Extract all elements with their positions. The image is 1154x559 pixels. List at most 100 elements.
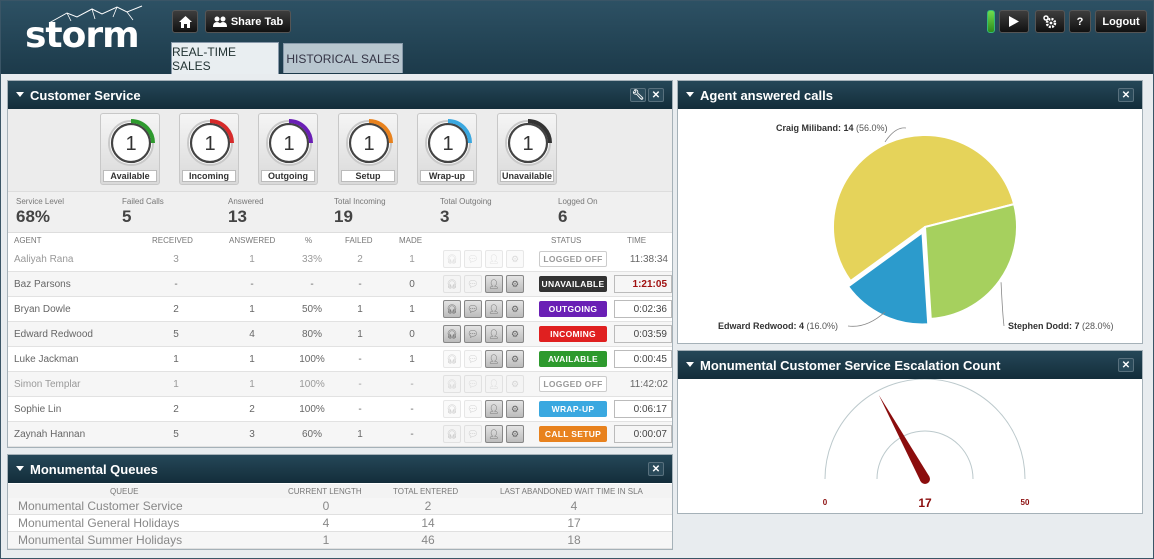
collapse-icon[interactable] (16, 92, 24, 97)
close-button[interactable]: ✕ (648, 462, 664, 476)
cell-name: Edward Redwood (14, 329, 93, 340)
tab-real-time-sales[interactable]: REAL-TIME SALES (171, 42, 279, 74)
share-tab-label: Share Tab (230, 15, 284, 28)
cell-entered: 2 (424, 499, 432, 513)
chat-icon[interactable]: 💬︎ (464, 425, 482, 443)
chat-icon[interactable]: 💬︎ (464, 375, 482, 393)
wrench-button[interactable]: 🔧︎ (630, 88, 646, 102)
chat-icon[interactable]: 💬︎ (464, 350, 482, 368)
state-dial: 1 (346, 119, 393, 166)
cell-pct: 100% (299, 354, 325, 365)
headset-icon[interactable]: 🎧︎ (443, 375, 461, 393)
pie-leader-line (1000, 282, 1005, 327)
cell-failed: - (358, 279, 362, 290)
headset-icon[interactable]: 🎧︎ (443, 350, 461, 368)
close-button[interactable]: ✕ (648, 88, 664, 102)
user-icon[interactable]: 👤︎ (485, 400, 503, 418)
queues-header: Monumental Queues ✕ (8, 455, 672, 483)
cell-made: 1 (409, 304, 415, 315)
cell-name: Luke Jackman (14, 354, 79, 365)
stat-value: 13 (228, 207, 247, 226)
state-available: 1 Available (100, 113, 160, 185)
table-row[interactable]: Monumental General Holidays 4 14 17 (8, 515, 672, 532)
chat-icon[interactable]: 💬︎ (464, 400, 482, 418)
headset-icon[interactable]: 🎧︎ (443, 250, 461, 268)
collapse-icon[interactable] (16, 466, 24, 471)
chat-icon[interactable]: 💬︎ (464, 275, 482, 293)
state-label: Setup (341, 170, 395, 182)
help-button[interactable]: ? (1069, 10, 1091, 33)
state-dial: 1 (505, 119, 552, 166)
status-badge: INCOMING (539, 326, 607, 342)
play-button[interactable] (999, 10, 1029, 33)
status-badge: WRAP-UP (539, 401, 607, 417)
col-pct: % (305, 236, 313, 245)
table-row[interactable]: Simon Templar 1 1 100% - - 🎧︎ 💬︎ 👤︎ ⚙︎ LOGGED OFF 1… (8, 372, 672, 397)
table-row[interactable]: Baz Parsons - - - - 0 🎧︎ 💬︎ 👤︎ ⚙︎ UNAVAILABLE 1:21:… (8, 272, 672, 297)
close-button[interactable]: ✕ (1118, 88, 1134, 102)
headset-icon[interactable]: 🎧︎ (443, 275, 461, 293)
status-time: 0:03:59 (614, 325, 672, 343)
agent-actions: 🎧︎ 💬︎ 👤︎ ⚙︎ (443, 400, 524, 418)
chat-icon[interactable]: 💬︎ (464, 300, 482, 318)
table-row[interactable]: Bryan Dowle 2 1 50% 1 1 🎧︎ 💬︎ 👤︎ ⚙︎ OUTGOING 0:02:3… (8, 297, 672, 322)
stat-value: 68% (16, 207, 51, 226)
transfer-icon[interactable]: ⚙︎ (506, 400, 524, 418)
user-icon[interactable]: 👤︎ (485, 425, 503, 443)
play-icon (1009, 16, 1019, 27)
table-row[interactable]: Monumental Summer Holidays 1 46 18 (8, 532, 672, 549)
close-button[interactable]: ✕ (1118, 358, 1134, 372)
table-row[interactable]: Sophie Lin 2 2 100% - - 🎧︎ 💬︎ 👤︎ ⚙︎ WRAP-UP 0:06:17 (8, 397, 672, 422)
cell-pct: - (310, 279, 314, 290)
settings-button[interactable] (1035, 10, 1065, 33)
user-icon[interactable]: 👤︎ (485, 350, 503, 368)
cell-failed: 1 (357, 429, 363, 440)
state-count: 1 (522, 133, 533, 155)
status-time: 0:02:36 (614, 300, 672, 318)
collapse-icon[interactable] (686, 362, 694, 367)
cell-pct: 33% (301, 254, 322, 265)
headset-icon[interactable]: 🎧︎ (443, 400, 461, 418)
user-icon[interactable]: 👤︎ (485, 375, 503, 393)
status-time: 11:38:34 (629, 254, 668, 265)
cell-received: 2 (173, 404, 179, 415)
user-icon[interactable]: 👤︎ (485, 275, 503, 293)
user-icon[interactable]: 👤︎ (485, 250, 503, 268)
headset-icon[interactable]: 🎧︎ (443, 325, 461, 343)
transfer-icon[interactable]: ⚙︎ (506, 325, 524, 343)
transfer-icon[interactable]: ⚙︎ (506, 250, 524, 268)
headset-icon[interactable]: 🎧︎ (443, 425, 461, 443)
status-time: 0:00:45 (614, 350, 672, 368)
state-incoming: 1 Incoming (179, 113, 239, 185)
home-button[interactable] (172, 10, 198, 33)
stat-answered: Answered 13 (228, 197, 264, 227)
transfer-icon[interactable]: ⚙︎ (506, 375, 524, 393)
stat-label: Service Level (16, 197, 65, 206)
app-window: storm Share Tab ? Logout REAL-TIME SALES… (0, 0, 1154, 559)
table-row[interactable]: Aaliyah Rana 3 1 33% 2 1 🎧︎ 💬︎ 👤︎ ⚙︎ LOGGED OFF 11:… (8, 247, 672, 272)
cell-made: 0 (409, 329, 415, 340)
headset-icon[interactable]: 🎧︎ (443, 300, 461, 318)
table-row[interactable]: Luke Jackman 1 1 100% - 1 🎧︎ 💬︎ 👤︎ ⚙︎ AVAILABLE 0:0… (8, 347, 672, 372)
user-icon[interactable]: 👤︎ (485, 325, 503, 343)
user-icon[interactable]: 👤︎ (485, 300, 503, 318)
logout-button[interactable]: Logout (1095, 10, 1147, 33)
transfer-icon[interactable]: ⚙︎ (506, 275, 524, 293)
share-tab-button[interactable]: Share Tab (205, 10, 291, 33)
transfer-icon[interactable]: ⚙︎ (506, 300, 524, 318)
cell-failed: 2 (357, 254, 363, 265)
transfer-icon[interactable]: ⚙︎ (506, 425, 524, 443)
transfer-icon[interactable]: ⚙︎ (506, 350, 524, 368)
col-queue: Queue (110, 487, 139, 496)
tab-historical-sales[interactable]: HISTORICAL SALES (283, 43, 403, 73)
col-total-entered: Total Entered (393, 487, 459, 496)
table-row[interactable]: Zaynah Hannan 5 3 60% 1 - 🎧︎ 💬︎ 👤︎ ⚙︎ CALL SETUP 0:… (8, 422, 672, 447)
header-bar: storm Share Tab ? Logout REAL-TIME SALES… (1, 1, 1153, 74)
chat-icon[interactable]: 💬︎ (464, 325, 482, 343)
collapse-icon[interactable] (686, 92, 694, 97)
table-row[interactable]: Monumental Customer Service 0 2 4 (8, 498, 672, 515)
table-row[interactable]: Edward Redwood 5 4 80% 1 0 🎧︎ 💬︎ 👤︎ ⚙︎ INCOMING 0:0… (8, 322, 672, 347)
cell-answered: 1 (249, 304, 255, 315)
chat-icon[interactable]: 💬︎ (464, 250, 482, 268)
stat-total-outgoing: Total Outgoing 3 (440, 197, 492, 227)
